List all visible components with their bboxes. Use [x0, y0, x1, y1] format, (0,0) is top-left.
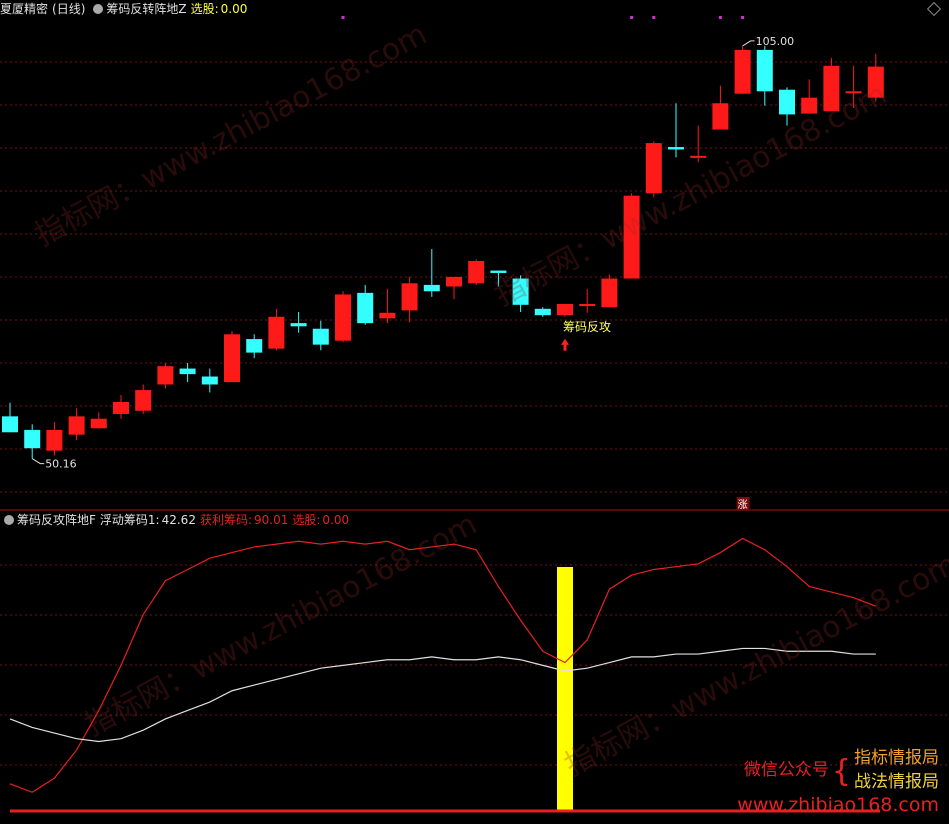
candle-body — [579, 304, 596, 307]
top-header: 夏厦精密 (日线) 筹码反转阵地Z 选股: 0.00 — [0, 0, 251, 18]
top-marker — [652, 16, 656, 19]
candle-body — [24, 429, 41, 449]
candle-body — [46, 429, 63, 451]
candle-body — [157, 366, 174, 385]
period-label: (日线) — [52, 2, 86, 16]
float-line — [9, 647, 876, 743]
float-value: 42.62 — [161, 513, 196, 527]
candle-body — [135, 390, 152, 411]
candle-body — [557, 304, 573, 316]
profit-value: 90.01 — [254, 513, 289, 527]
candle-body — [201, 376, 218, 385]
candle-body — [668, 147, 684, 150]
candle-body — [335, 294, 351, 341]
candle-body — [645, 143, 662, 194]
candle-body — [90, 418, 107, 429]
candle-body — [401, 283, 418, 311]
candle-body — [312, 328, 329, 345]
candle-body — [468, 261, 485, 284]
candle-body — [534, 308, 551, 316]
top-marker — [741, 16, 745, 19]
candle-body — [246, 339, 263, 353]
up-arrow-icon — [561, 338, 569, 351]
max-pointer — [742, 40, 755, 47]
min-pointer — [31, 458, 45, 465]
candle-body — [734, 49, 751, 94]
candle-body — [224, 334, 240, 383]
candle-body — [179, 368, 196, 375]
signal-bar — [557, 567, 573, 812]
zhang-badge: 涨 — [738, 499, 748, 511]
max-price-label: 105.00 — [756, 35, 795, 48]
chart-stage: 105.00 50.16 筹码反攻涨 夏厦精密 (日线) 筹码反转阵地Z 选股: 0.00 … — [0, 0, 949, 820]
candle-body — [801, 97, 818, 114]
candle-body — [357, 292, 374, 324]
candle-body — [867, 66, 884, 98]
candle-body — [113, 402, 129, 414]
top-marker — [718, 16, 722, 19]
bottom-select-label: 选股: — [292, 513, 321, 527]
candle-body — [845, 91, 862, 94]
select-value: 0.00 — [220, 2, 248, 16]
select-label: 选股: — [190, 2, 219, 16]
candle-body — [490, 270, 507, 273]
signal-label: 筹码反攻 — [563, 320, 611, 334]
candle-body — [601, 278, 618, 308]
candle-body — [712, 103, 729, 130]
candle-body — [823, 65, 840, 112]
wechat-label: 微信公众号 — [743, 760, 829, 780]
candle-body — [379, 312, 396, 319]
bottom-indicator-name: 筹码反攻阵地F — [17, 513, 96, 527]
candle-body — [290, 323, 307, 327]
top-marker — [341, 16, 345, 19]
candle-body — [268, 316, 285, 349]
gear-icon[interactable] — [4, 515, 14, 525]
candle-body — [690, 155, 707, 158]
brand-url: www.zhibiao168.com — [737, 794, 939, 816]
chart-svg: 105.00 50.16 筹码反攻涨 — [0, 16, 949, 813]
min-price-label: 50.16 — [45, 458, 76, 471]
candle-body — [756, 49, 773, 92]
stock-title: 夏厦精密 — [0, 2, 49, 16]
float-label: 浮动筹码1: — [99, 513, 160, 527]
candle-body — [2, 416, 18, 433]
branding: 微信公众号{指标情报局 战法情报局 www.zhibiao168.com — [737, 748, 939, 816]
gear-icon[interactable] — [93, 4, 104, 14]
candle-body — [423, 284, 440, 292]
brand-line1: 指标情报局 — [854, 748, 939, 768]
candle-body — [512, 278, 529, 305]
bottom-select-value: 0.00 — [322, 513, 350, 527]
candle-body — [446, 276, 462, 287]
candle-body — [68, 416, 85, 435]
top-marker — [630, 16, 634, 19]
candle-body — [623, 195, 640, 279]
brand-line2: 战法情报局 — [854, 772, 939, 792]
bottom-header: 筹码反攻阵地F 浮动筹码1: 42.62 获利筹码: 90.01 选股: 0.00 — [0, 511, 353, 529]
candle-body — [779, 89, 795, 115]
profit-label: 获利筹码: — [199, 513, 252, 527]
indicator-name: 筹码反转阵地Z — [106, 2, 187, 16]
